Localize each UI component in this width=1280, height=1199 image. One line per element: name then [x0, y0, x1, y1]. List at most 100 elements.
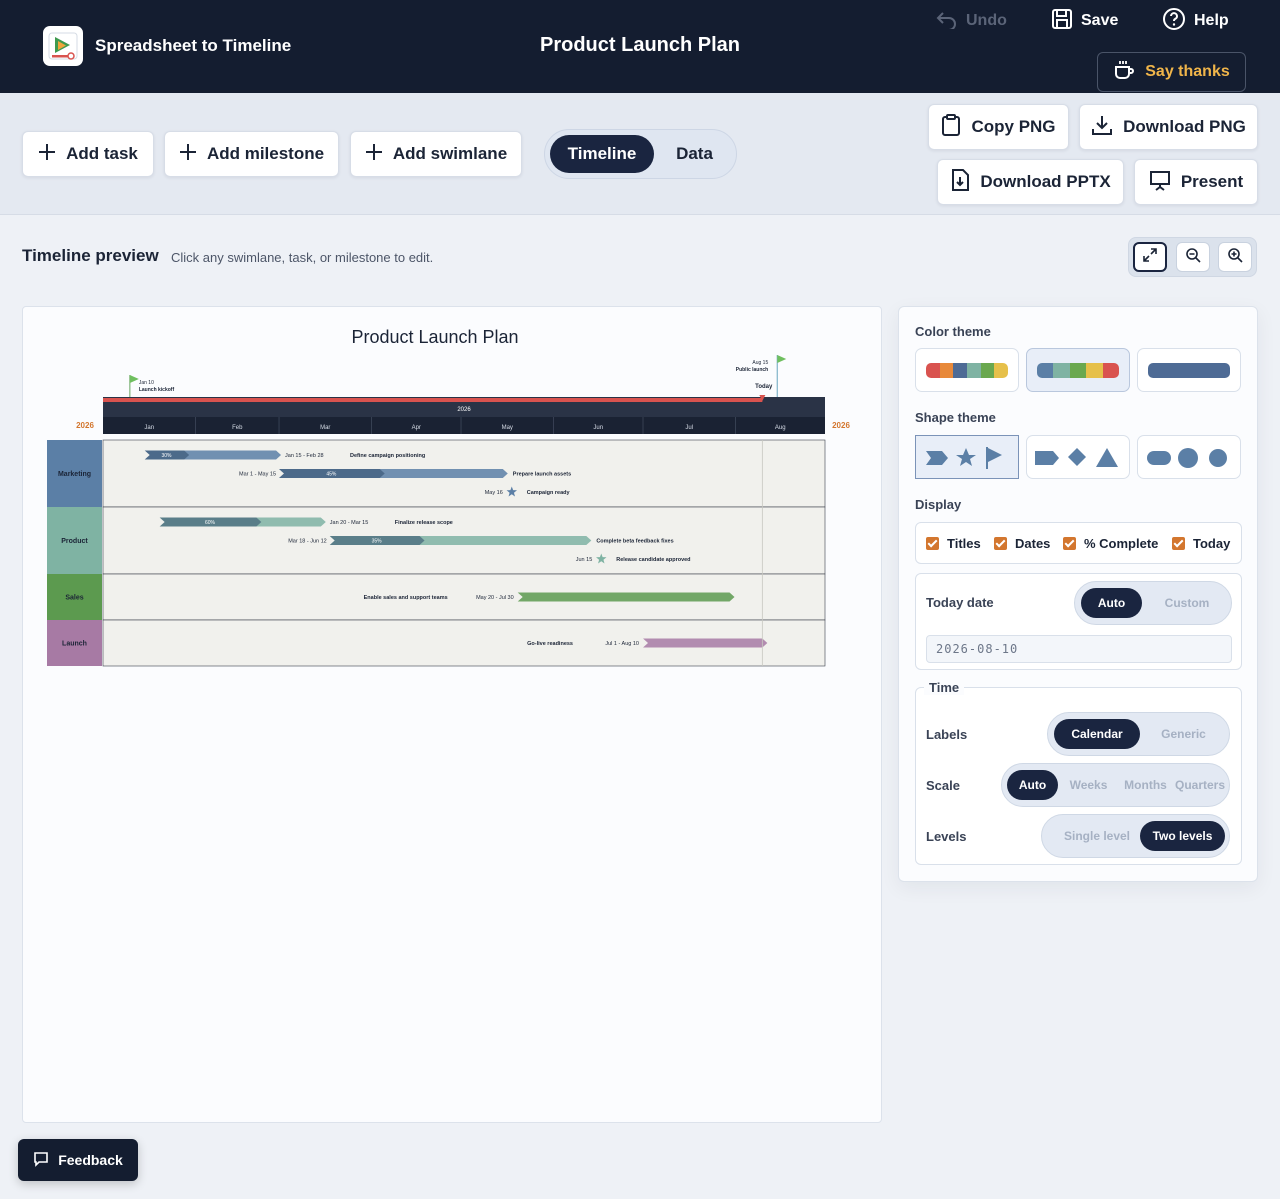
block-diamond-triangle-icon: [1035, 448, 1118, 467]
month-label: Feb: [232, 425, 243, 431]
checkbox-today[interactable]: Today: [1172, 536, 1230, 551]
top-milestone[interactable]: Jan 10Launch kickoff: [129, 375, 175, 397]
month-label: Jul: [685, 425, 693, 431]
download-pptx-button[interactable]: Download PPTX: [937, 159, 1124, 205]
month-label: May: [502, 425, 513, 431]
swatch-color: [1148, 363, 1230, 378]
shape-theme-arrows[interactable]: [915, 435, 1019, 479]
checkbox-dates[interactable]: Dates: [994, 536, 1050, 551]
help-button[interactable]: Help: [1162, 7, 1229, 33]
settings-panel: Color theme Shape theme Display Titles D…: [898, 306, 1258, 882]
task-title: Enable sales and support teams: [364, 595, 448, 601]
timeline-chart: Product Launch Plan 2026 2026 2026 Jan Feb Ma…: [47, 327, 850, 667]
color-theme-label: Color theme: [915, 324, 991, 339]
display-label: Display: [915, 497, 962, 512]
flag-icon: [129, 375, 139, 383]
swimlane[interactable]: Marketing 30% Jan 15 - Feb 28 Define campai…: [47, 439, 826, 508]
download-png-button[interactable]: Download PNG: [1079, 104, 1258, 150]
shape-theme-rounded[interactable]: [1137, 435, 1241, 479]
checkbox-percent-complete[interactable]: % Complete: [1063, 536, 1158, 551]
task-percent: 60%: [205, 520, 216, 526]
scale-months[interactable]: Months: [1118, 770, 1173, 800]
scale-label: Scale: [926, 778, 960, 793]
milestone-title: Release candidate approved: [616, 557, 690, 563]
color-theme-option-2[interactable]: [1026, 348, 1130, 392]
zoom-out-button[interactable]: [1176, 242, 1210, 272]
today-date-field[interactable]: 2026-08-10: [926, 635, 1232, 663]
present-button[interactable]: Present: [1134, 159, 1258, 205]
swatch-color: [939, 363, 954, 378]
zoom-controls: [1128, 237, 1257, 277]
task-percent: 35%: [372, 539, 383, 545]
top-milestone-label: Launch kickoff: [139, 387, 175, 393]
month-band: [103, 417, 825, 434]
task-dates: May 20 - Jul 30: [476, 595, 514, 601]
milestone-title: Campaign ready: [527, 490, 571, 496]
say-thanks-button[interactable]: Say thanks: [1097, 52, 1246, 92]
tab-timeline[interactable]: Timeline: [550, 135, 654, 173]
swatch-color: [953, 363, 968, 378]
document-title[interactable]: Product Launch Plan: [0, 34, 1280, 57]
save-button[interactable]: Save: [1051, 8, 1118, 33]
swimlane[interactable]: Sales May 20 - Jul 30 Enable sales and sup…: [47, 573, 826, 621]
chat-icon: [33, 1151, 49, 1170]
color-swatch: [1037, 363, 1119, 378]
expand-button[interactable]: [1133, 242, 1167, 272]
color-theme-option-1[interactable]: [915, 348, 1019, 392]
swimlane[interactable]: Launch Jul 1 - Aug 10 Go-live readiness: [47, 619, 826, 667]
today-date-settings: Today date Auto Custom 2026-08-10: [915, 573, 1242, 670]
checkbox-titles[interactable]: Titles: [926, 536, 981, 551]
color-theme-option-3[interactable]: [1137, 348, 1241, 392]
top-milestone-label: Public launch: [736, 367, 769, 373]
swimlane-label: Product: [61, 538, 88, 545]
top-milestone[interactable]: Aug 15Public launch: [736, 355, 787, 397]
download-pptx-label: Download PPTX: [980, 172, 1111, 191]
scale-quarters[interactable]: Quarters: [1172, 770, 1228, 800]
shape-theme-blocks[interactable]: [1026, 435, 1130, 479]
swimlane[interactable]: Product 60% Jan 20 - Mar 15 Finalize releas…: [47, 506, 826, 575]
levels-single[interactable]: Single level: [1048, 821, 1146, 851]
task-title: Define campaign positioning: [350, 453, 425, 459]
task-dates: Jan 20 - Mar 15: [330, 520, 369, 526]
tab-data[interactable]: Data: [657, 135, 732, 173]
download-png-label: Download PNG: [1123, 117, 1246, 136]
task-percent: 45%: [326, 472, 337, 478]
zoom-in-button[interactable]: [1218, 242, 1252, 272]
add-task-button[interactable]: Add task: [22, 131, 154, 177]
checkbox-percent-complete-label: % Complete: [1084, 536, 1159, 551]
app-header: Spreadsheet to Timeline Product Launch P…: [0, 0, 1280, 93]
checkbox-checked-icon: [1172, 537, 1185, 550]
add-milestone-label: Add milestone: [206, 144, 325, 163]
file-download-icon: [950, 168, 970, 196]
task-title: Prepare launch assets: [513, 472, 571, 478]
top-milestone-date: Jan 10: [139, 380, 154, 386]
scale-auto[interactable]: Auto: [1007, 770, 1058, 800]
feedback-button[interactable]: Feedback: [18, 1139, 138, 1181]
pill-circle-dot-icon: [1147, 448, 1227, 468]
today-mode-auto[interactable]: Auto: [1081, 588, 1142, 618]
expand-icon: [1142, 247, 1158, 268]
today-mode-custom[interactable]: Custom: [1147, 588, 1227, 618]
display-options: Titles Dates % Complete Today: [915, 522, 1242, 564]
swatch-color: [1086, 363, 1103, 378]
scale-weeks[interactable]: Weeks: [1061, 770, 1116, 800]
view-toggle: Timeline Data: [544, 129, 737, 179]
add-swimlane-button[interactable]: Add swimlane: [350, 131, 522, 177]
levels-two[interactable]: Two levels: [1140, 821, 1225, 851]
undo-icon: [936, 9, 958, 34]
task-dates: Mar 18 - Jun 12: [288, 539, 327, 545]
copy-png-button[interactable]: Copy PNG: [928, 104, 1069, 150]
labels-generic[interactable]: Generic: [1142, 719, 1225, 749]
levels-label: Levels: [926, 829, 967, 844]
task-dates: Jan 15 - Feb 28: [285, 453, 324, 459]
add-swimlane-label: Add swimlane: [392, 144, 508, 163]
swatch-color: [980, 363, 995, 378]
add-milestone-button[interactable]: Add milestone: [164, 131, 339, 177]
preview-hint: Click any swimlane, task, or milestone t…: [171, 250, 434, 265]
undo-button[interactable]: Undo: [936, 9, 1007, 33]
checkbox-titles-label: Titles: [947, 536, 981, 551]
timeline-canvas: Product Launch Plan 2026 2026 2026 Jan Feb Ma…: [22, 306, 882, 1123]
task-arrow: [517, 592, 735, 602]
swimlane-label: Launch: [62, 641, 87, 648]
labels-calendar[interactable]: Calendar: [1054, 719, 1140, 749]
